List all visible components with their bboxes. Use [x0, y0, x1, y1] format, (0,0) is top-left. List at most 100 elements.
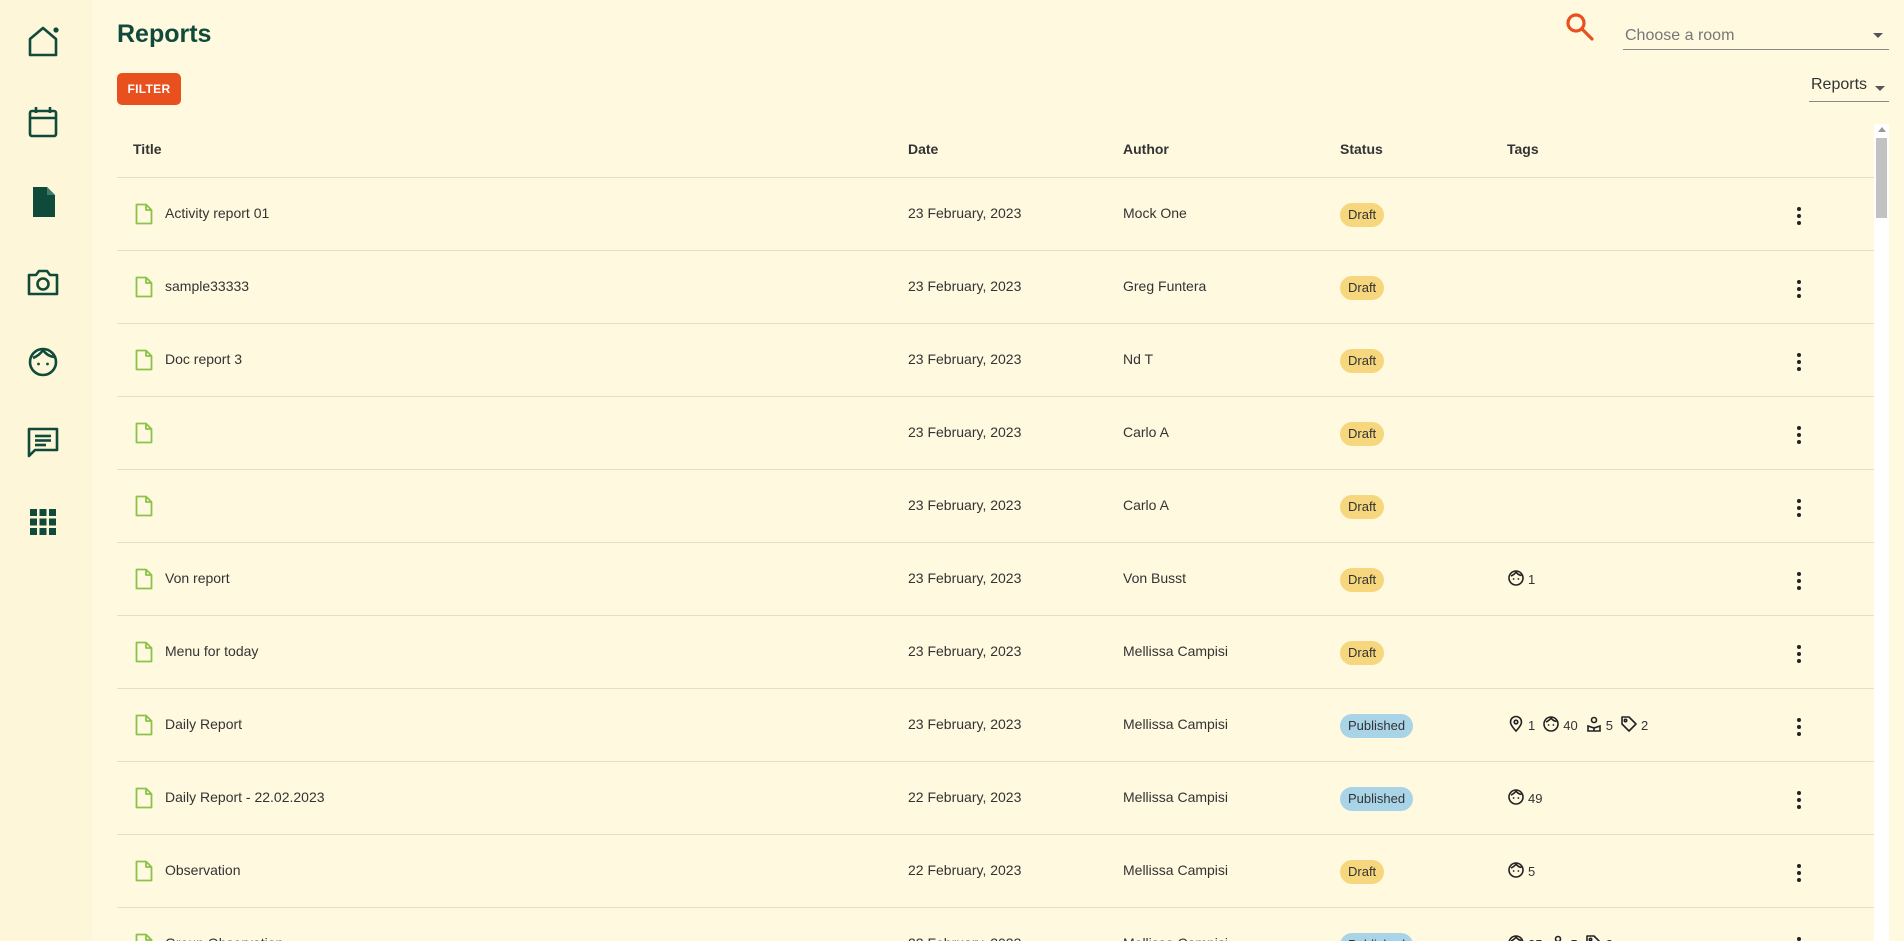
- child-face-icon: [1507, 861, 1525, 882]
- tag-count: 3: [1606, 937, 1613, 941]
- sidebar: [0, 0, 92, 941]
- filter-button[interactable]: FILTER: [117, 73, 181, 105]
- tag-chip: 1: [1507, 569, 1535, 590]
- more-options-icon[interactable]: [1787, 277, 1811, 301]
- child-face-icon: [1507, 788, 1525, 809]
- child-face-icon[interactable]: [26, 345, 60, 379]
- more-options-icon[interactable]: [1787, 496, 1811, 520]
- chevron-down-icon: [1875, 86, 1885, 91]
- educator-icon: [1549, 934, 1567, 941]
- column-header-title[interactable]: Title: [133, 141, 162, 157]
- report-title[interactable]: Daily Report - 22.02.2023: [165, 789, 325, 805]
- tag-chip: 5: [1549, 934, 1578, 941]
- document-icon: [135, 641, 153, 663]
- tag-chip: 5: [1507, 861, 1535, 882]
- more-options-icon[interactable]: [1787, 350, 1811, 374]
- table-row[interactable]: Menu for today 23 February, 2023 Mellissa …: [117, 616, 1875, 689]
- table-row[interactable]: 23 February, 2023 Carlo A Draft: [117, 397, 1875, 470]
- tag-chip: 5: [1585, 715, 1613, 736]
- room-select[interactable]: Choose a room: [1623, 22, 1889, 50]
- column-header-author[interactable]: Author: [1123, 141, 1169, 157]
- scroll-up-arrow[interactable]: [1878, 127, 1886, 132]
- status-badge: Draft: [1340, 349, 1385, 373]
- page-title: Reports: [117, 20, 212, 48]
- table-row[interactable]: Observation 22 February, 2023 Mellissa Cam…: [117, 835, 1875, 908]
- report-author: Von Busst: [1123, 570, 1187, 586]
- scroll-thumb[interactable]: [1876, 138, 1887, 218]
- table-row[interactable]: Group Observation 22 February, 2023 Mellis…: [117, 908, 1875, 941]
- more-options-icon[interactable]: [1787, 788, 1811, 812]
- tag-count: 40: [1563, 718, 1578, 733]
- camera-icon[interactable]: [26, 265, 60, 299]
- scrollbar[interactable]: [1874, 124, 1889, 941]
- report-author: Mellissa Campisi: [1123, 716, 1229, 732]
- tag-count: 2: [1640, 718, 1649, 733]
- report-date: 23 February, 2023: [908, 351, 1022, 367]
- report-date: 22 February, 2023: [908, 789, 1022, 805]
- report-title[interactable]: Von report: [165, 570, 230, 586]
- apps-grid-icon[interactable]: [26, 505, 60, 539]
- status-badge: Published: [1340, 933, 1414, 941]
- report-title[interactable]: Doc report 3: [165, 351, 242, 367]
- report-date: 22 February, 2023: [908, 935, 1021, 941]
- view-select[interactable]: Reports: [1809, 76, 1889, 102]
- table-row[interactable]: sample33333 23 February, 2023 Greg Funtera…: [117, 251, 1875, 324]
- document-icon: [135, 714, 153, 736]
- more-options-icon[interactable]: [1787, 642, 1811, 666]
- document-icon: [135, 568, 153, 590]
- calendar-icon[interactable]: [26, 105, 60, 139]
- tag-count: 5: [1528, 864, 1536, 879]
- tag-icon: [1585, 934, 1603, 941]
- more-options-icon[interactable]: [1787, 715, 1811, 739]
- more-options-icon[interactable]: [1787, 423, 1811, 447]
- chat-icon[interactable]: [26, 425, 60, 459]
- room-select-placeholder: Choose a room: [1625, 26, 1735, 44]
- tag-count: 25: [1528, 937, 1542, 941]
- document-icon: [135, 495, 153, 517]
- tags-cell: 5: [1507, 861, 1535, 882]
- document-icon: [135, 422, 153, 444]
- tag-chip: 49: [1507, 788, 1542, 809]
- tag-chip: 40: [1542, 715, 1578, 736]
- report-date: 23 February, 2023: [908, 570, 1022, 586]
- home-icon[interactable]: [26, 24, 60, 58]
- report-title[interactable]: Daily Report: [165, 716, 242, 732]
- chevron-down-icon: [1873, 33, 1883, 38]
- table-row[interactable]: 23 February, 2023 Carlo A Draft: [117, 470, 1875, 543]
- document-icon: [135, 787, 153, 809]
- table-row[interactable]: Activity report 01 23 February, 2023 Mock …: [117, 178, 1875, 251]
- search-icon[interactable]: [1564, 11, 1596, 43]
- report-title[interactable]: sample33333: [165, 278, 249, 294]
- reports-table: Title Date Author Status Tags Activity r…: [117, 128, 1875, 941]
- report-author: Mellissa Campisi: [1123, 935, 1228, 941]
- table-row[interactable]: Von report 23 February, 2023 Von Busst Draf…: [117, 543, 1875, 616]
- status-badge: Draft: [1340, 641, 1385, 665]
- status-badge: Draft: [1340, 276, 1385, 300]
- more-options-icon[interactable]: [1787, 861, 1811, 885]
- report-date: 23 February, 2023: [908, 205, 1022, 221]
- tag-chip: 1: [1507, 715, 1535, 736]
- status-badge: Draft: [1340, 860, 1385, 884]
- column-header-date[interactable]: Date: [908, 141, 938, 157]
- tag-chip: 25: [1507, 934, 1542, 941]
- column-header-status[interactable]: Status: [1340, 141, 1383, 157]
- more-options-icon[interactable]: [1787, 204, 1811, 228]
- tag-icon: [1620, 715, 1638, 736]
- report-date: 23 February, 2023: [908, 278, 1022, 294]
- document-icon[interactable]: [26, 185, 60, 219]
- table-row[interactable]: Doc report 3 23 February, 2023 Nd T Draft: [117, 324, 1875, 397]
- table-row[interactable]: Daily Report 23 February, 2023 Mellissa Ca…: [117, 689, 1875, 762]
- report-title[interactable]: Activity report 01: [165, 205, 269, 221]
- table-row[interactable]: Daily Report - 22.02.2023 22 February, 20…: [117, 762, 1875, 835]
- more-options-icon[interactable]: [1787, 934, 1811, 941]
- report-date: 23 February, 2023: [908, 643, 1022, 659]
- report-title[interactable]: Menu for today: [165, 643, 258, 659]
- report-date: 23 February, 2023: [908, 716, 1022, 732]
- report-title[interactable]: Observation: [165, 862, 240, 878]
- report-title[interactable]: Group Observation: [165, 935, 283, 941]
- more-options-icon[interactable]: [1787, 569, 1811, 593]
- report-author: Mellissa Campisi: [1123, 789, 1229, 805]
- report-author: Carlo A: [1123, 424, 1169, 440]
- tag-count: 5: [1605, 718, 1613, 733]
- educator-icon: [1585, 715, 1603, 736]
